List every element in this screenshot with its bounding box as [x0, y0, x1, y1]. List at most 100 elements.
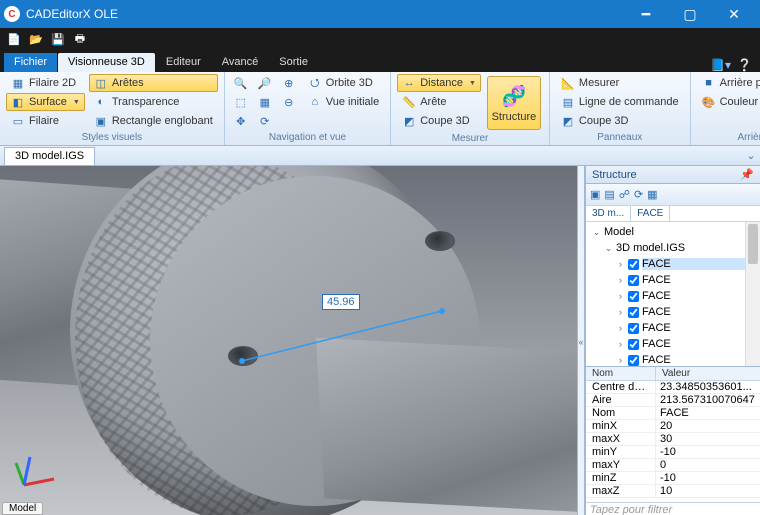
tree-visibility-checkbox[interactable]	[628, 291, 639, 302]
tb-more-icon[interactable]: ▦	[647, 188, 657, 201]
btn-nav-zoomin[interactable]: ⊕	[279, 74, 299, 92]
refresh-icon: ⟳	[258, 114, 272, 128]
zoom-in-icon: ⊕	[282, 76, 296, 90]
sheet-tab-model[interactable]: Model	[2, 502, 43, 515]
zoom-window-icon: ⬚	[234, 95, 248, 109]
btn-transparency[interactable]: ◐Transparence	[89, 93, 218, 111]
window-title: CADEditorX OLE	[26, 7, 624, 21]
tree-node-file: ⌄3D model.IGS	[588, 240, 758, 256]
prop-row: Aire213.567310070647	[586, 394, 760, 407]
btn-distance[interactable]: ↔Distance▼	[397, 74, 481, 92]
section3d-icon: ◩	[561, 114, 575, 128]
ribbon-options-icon[interactable]: 📘▾	[710, 58, 731, 72]
pin-icon[interactable]: 📌	[740, 168, 754, 181]
tab-viewer3d[interactable]: Visionneuse 3D	[58, 53, 155, 72]
ribbon-help-icon[interactable]: ❔	[737, 58, 752, 72]
ribbon: ▦Filaire 2D ◧Surface▼ ▭Filaire ◫Arêtes ◐…	[0, 72, 760, 146]
tree-visibility-checkbox[interactable]	[628, 339, 639, 350]
pan-icon: ✥	[234, 114, 248, 128]
group-navigation: 🔍 ⬚ ✥ 🔎 ▦ ⟳ ⊕ ⊖ ⭯Orbite 3D ⌂Vue initiale…	[225, 72, 391, 145]
prop-filter-input[interactable]: Tapez pour filtrer	[586, 502, 760, 515]
qat-new-icon[interactable]: 📄	[6, 31, 22, 47]
tree-visibility-checkbox[interactable]	[628, 307, 639, 318]
window-titlebar: C CADEditorX OLE ━ ▢ ✕	[0, 0, 760, 28]
tree-visibility-checkbox[interactable]	[628, 259, 639, 270]
prop-row: minX20	[586, 420, 760, 433]
group-visual-styles: ▦Filaire 2D ◧Surface▼ ▭Filaire ◫Arêtes ◐…	[0, 72, 225, 145]
window-maximize-button[interactable]: ▢	[668, 0, 712, 28]
propgrid-header: Nom Valeur	[586, 367, 760, 381]
document-tab[interactable]: 3D model.IGS	[4, 147, 95, 165]
btn-nav-zoomout[interactable]: ⊖	[279, 93, 299, 111]
tab-editor[interactable]: Editeur	[156, 53, 211, 72]
btn-nav-fit[interactable]: 🔎	[255, 74, 275, 92]
tb-refresh-icon[interactable]: ⟳	[634, 188, 643, 201]
btn-nav-5[interactable]: ⟳	[255, 112, 275, 130]
doctabs-expand-icon[interactable]: ⌄	[742, 149, 760, 162]
btn-orbit3d[interactable]: ⭯Orbite 3D	[303, 74, 384, 92]
tab-file[interactable]: Fichier	[4, 53, 57, 72]
btn-bg-black[interactable]: ■Arrière plan noir	[697, 74, 760, 92]
btn-measure-edge[interactable]: 📏Arête	[397, 93, 481, 111]
tree-visibility-checkbox[interactable]	[628, 355, 639, 366]
viewport-3d[interactable]: 45.96 Model	[0, 166, 577, 515]
btn-nav-pan[interactable]: ✥	[231, 112, 251, 130]
tree-visibility-checkbox[interactable]	[628, 323, 639, 334]
group-label-measure: Mesurer	[397, 132, 543, 146]
twisty-icon[interactable]: ⌄	[592, 227, 601, 238]
btn-wireframe2d[interactable]: ▦Filaire 2D	[6, 74, 85, 92]
tab-output[interactable]: Sortie	[269, 53, 318, 72]
btn-edges[interactable]: ◫Arêtes	[89, 74, 218, 92]
qat-print-icon[interactable]: 🖶	[72, 31, 88, 47]
window-close-button[interactable]: ✕	[712, 0, 756, 28]
tree-node-face: ›FACE	[588, 272, 758, 288]
btn-initial-view[interactable]: ⌂Vue initiale	[303, 93, 384, 111]
document-tab-bar: 3D model.IGS ⌄	[0, 146, 760, 166]
group-label-bg: Arrière-plan	[697, 131, 760, 145]
tree-node-face: ›FACE	[588, 320, 758, 336]
btn-bg-color[interactable]: 🎨Couleur d'arrière-plan	[697, 93, 760, 111]
group-background: ■Arrière plan noir 🎨Couleur d'arrière-pl…	[691, 72, 760, 145]
black-bg-icon: ■	[702, 76, 716, 90]
prop-row: maxZ10	[586, 485, 760, 498]
ribbon-tab-row: Fichier Visionneuse 3D Editeur Avancé So…	[0, 50, 760, 72]
transparency-icon: ◐	[94, 95, 108, 109]
group-panels: 📐Mesurer ▤Ligne de commande ◩Coupe 3D Pa…	[550, 72, 691, 145]
btn-section3d[interactable]: ◩Coupe 3D	[397, 112, 481, 130]
btn-surface[interactable]: ◧Surface▼	[6, 93, 85, 111]
btn-wireframe[interactable]: ▭Filaire	[6, 112, 85, 130]
qat-open-icon[interactable]: 📂	[28, 31, 44, 47]
btn-panel-cmdline[interactable]: ▤Ligne de commande	[556, 93, 684, 111]
group-measure: ↔Distance▼ 📏Arête ◩Coupe 3D 🧬 Structure …	[391, 72, 550, 145]
wireframe-icon: ▭	[11, 114, 25, 128]
btn-nav-zoom[interactable]: 🔍	[231, 74, 251, 92]
prop-row: maxX30	[586, 433, 760, 446]
cmdline-icon: ▤	[561, 95, 575, 109]
btn-nav-zoomwin[interactable]: ⬚	[231, 93, 251, 111]
tree-scrollbar[interactable]	[745, 222, 760, 366]
tb-expand-icon[interactable]: ▣	[590, 188, 600, 201]
twisty-icon[interactable]: ⌄	[604, 243, 613, 254]
qat-save-icon[interactable]: 💾	[50, 31, 66, 47]
btn-panel-measure[interactable]: 📐Mesurer	[556, 74, 684, 92]
panel-collapse-grip[interactable]: «	[577, 166, 585, 515]
tree-visibility-checkbox[interactable]	[628, 275, 639, 286]
tab-advanced[interactable]: Avancé	[212, 53, 269, 72]
btn-panel-section[interactable]: ◩Coupe 3D	[556, 112, 684, 130]
section-icon: ◩	[402, 114, 416, 128]
structure-panel-title: Structure 📌	[586, 166, 760, 184]
tb-collapse-icon[interactable]: ▤	[604, 188, 614, 201]
quick-access-toolbar: 📄 📂 💾 🖶	[0, 28, 760, 50]
window-minimize-button[interactable]: ━	[624, 0, 668, 28]
prop-row: maxY0	[586, 459, 760, 472]
subtab-face[interactable]: FACE	[631, 206, 670, 221]
twisty-icon[interactable]: ›	[616, 259, 625, 269]
btn-nav-4[interactable]: ▦	[255, 93, 275, 111]
subtab-3dmodel[interactable]: 3D m...	[586, 206, 631, 221]
structure-tree[interactable]: ⌄Model ⌄3D model.IGS ›FACE ›FACE ›FACE ›…	[586, 222, 760, 366]
btn-bounding-box[interactable]: ▣Rectangle englobant	[89, 112, 218, 130]
btn-structure-big[interactable]: 🧬 Structure	[487, 76, 541, 130]
tb-filter-icon[interactable]: ☍	[619, 188, 630, 201]
group-label-styles: Styles visuels	[6, 131, 218, 145]
group-label-nav: Navigation et vue	[231, 131, 384, 145]
